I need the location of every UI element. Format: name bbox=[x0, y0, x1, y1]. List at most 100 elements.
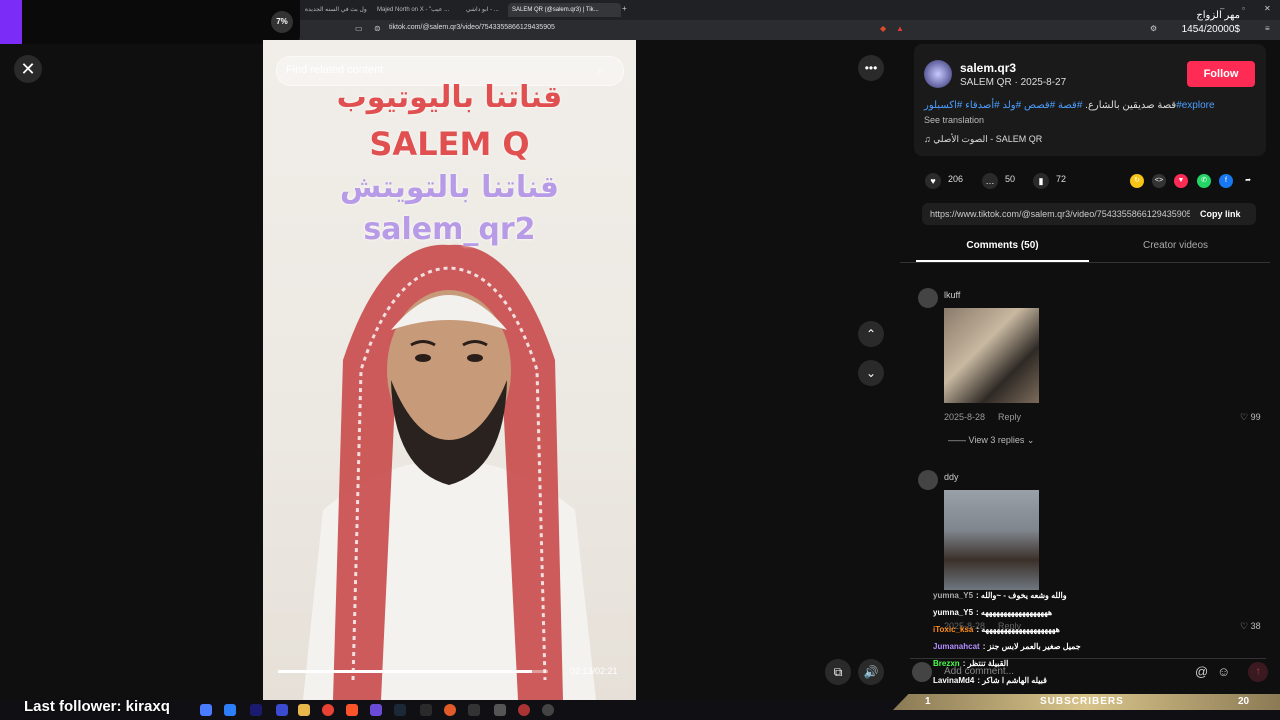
chat-username: iToxic_ksa bbox=[933, 625, 974, 634]
creator-username[interactable]: salem.qr3 bbox=[960, 61, 1016, 75]
volume-icon: 🔊 bbox=[863, 665, 879, 679]
rewards-icon[interactable]: ▲ bbox=[896, 24, 904, 33]
chat-text: ههههههههههههههههههههه bbox=[981, 625, 1060, 634]
music-label: الصوت الأصلي - SALEM QR bbox=[933, 134, 1043, 144]
donation-goal-widget bbox=[0, 0, 300, 44]
app-icon-3[interactable] bbox=[468, 704, 480, 716]
donation-progress-fill bbox=[0, 0, 22, 44]
share-whatsapp-button[interactable]: ✆ bbox=[1197, 174, 1211, 188]
comment-avatar[interactable] bbox=[918, 470, 938, 490]
video-text-line-2: SALEM Q bbox=[369, 125, 530, 163]
file-explorer-icon[interactable] bbox=[298, 704, 310, 716]
obs-icon[interactable] bbox=[542, 704, 554, 716]
comment-avatar[interactable] bbox=[918, 288, 938, 308]
creator-subline: SALEM QR · 2025-8-27 bbox=[960, 77, 1067, 88]
video-text-line-4: salem_qr2 bbox=[363, 212, 536, 247]
embed-icon: <> bbox=[1154, 177, 1164, 184]
description-text: قصة صديقين بالشارع. bbox=[1082, 100, 1177, 111]
terminal-icon[interactable] bbox=[420, 704, 432, 716]
donation-percent: 7% bbox=[271, 11, 293, 33]
discord-icon[interactable] bbox=[276, 704, 288, 716]
chevron-down-icon: ⌄ bbox=[1024, 435, 1035, 445]
next-video-button[interactable]: ⌄ bbox=[858, 360, 884, 386]
chrome-icon[interactable] bbox=[322, 704, 334, 716]
search-placeholder: Find related content bbox=[286, 64, 384, 76]
see-translation-link[interactable]: See translation bbox=[924, 115, 984, 125]
divider bbox=[900, 262, 1270, 263]
video-text-line-1: قناتنا باليوتيوب bbox=[336, 80, 563, 115]
url-text[interactable]: tiktok.com/@salem.qr3/video/754335586612… bbox=[389, 24, 555, 31]
brave-shield-icon[interactable]: ◆ bbox=[880, 24, 886, 33]
window-close-icon[interactable]: ✕ bbox=[1264, 4, 1271, 13]
app-icon[interactable] bbox=[224, 704, 236, 716]
brave-icon[interactable] bbox=[346, 704, 358, 716]
search-icon[interactable]: ⌕ bbox=[597, 63, 604, 78]
subscriber-goal-current: 1 bbox=[925, 696, 931, 707]
tab-comments[interactable]: Comments (50) bbox=[916, 240, 1089, 251]
emoji-icon[interactable]: ☺ bbox=[1217, 664, 1230, 679]
share-embed-button[interactable]: <> bbox=[1152, 174, 1166, 188]
share-link-text[interactable]: https://www.tiktok.com/@salem.qr3/video/… bbox=[930, 209, 1190, 219]
heart-outline-icon: ♡ bbox=[1240, 621, 1249, 631]
chat-message: yumna_Y5: والله وشعه يخوف - ~والله bbox=[933, 591, 1067, 600]
like-button[interactable]: ♥ bbox=[925, 173, 941, 189]
tab-2[interactable]: Majed North on X - "عيب ... bbox=[377, 3, 461, 17]
video-progress-fill bbox=[278, 670, 532, 673]
share-facebook-button[interactable]: f bbox=[1219, 174, 1233, 188]
volume-button[interactable]: 🔊 bbox=[858, 659, 884, 685]
tab-active[interactable]: SALEM QR (@salem.qr3) | Tik... bbox=[508, 3, 621, 17]
comment-username[interactable]: lkuff bbox=[944, 290, 960, 300]
comment-image[interactable] bbox=[944, 308, 1039, 403]
copy-link-button[interactable]: Copy link bbox=[1200, 209, 1241, 219]
subscriber-goal-target: 20 bbox=[1238, 696, 1250, 707]
new-tab-icon[interactable]: + bbox=[622, 4, 627, 13]
menu-icon[interactable]: ≡ bbox=[1265, 24, 1270, 33]
previous-video-button[interactable]: ⌃ bbox=[858, 321, 884, 347]
chat-username: yumna_Y5 bbox=[933, 608, 974, 617]
comment-username[interactable]: ddy bbox=[944, 472, 959, 482]
comment-button[interactable]: … bbox=[982, 173, 998, 189]
tab-3[interactable]: ابو داشي - ... bbox=[466, 3, 506, 17]
music-info[interactable]: ♫ الصوت الأصلي - SALEM QR bbox=[924, 134, 1042, 145]
share-more-button[interactable]: ➦ bbox=[1241, 174, 1255, 188]
add-comment-input[interactable]: Add comment... bbox=[944, 666, 1014, 677]
bookmark-icon: ▮ bbox=[1038, 176, 1044, 186]
chat-username: Jumanahcat bbox=[933, 642, 980, 651]
steam-icon[interactable] bbox=[394, 704, 406, 716]
close-video-button[interactable]: ✕ bbox=[14, 55, 42, 83]
comment-date: 2025-8-28 bbox=[944, 412, 986, 422]
app-icon-2[interactable] bbox=[370, 704, 382, 716]
comment-like-button[interactable]: ♡ 38 bbox=[1240, 621, 1261, 632]
repost-icon: ↻ bbox=[1134, 177, 1140, 184]
maximize-icon[interactable]: ▫ bbox=[1242, 4, 1245, 13]
share-send-button[interactable]: ▼ bbox=[1174, 174, 1188, 188]
last-follower-label: Last follower: kiraxq bbox=[24, 698, 170, 715]
chevron-down-icon: ⌄ bbox=[865, 366, 877, 380]
mention-icon[interactable]: @ bbox=[1195, 664, 1208, 679]
bookmark-icon[interactable]: ▭ bbox=[355, 24, 363, 33]
heart-icon: ♥ bbox=[930, 176, 936, 186]
follow-button[interactable]: Follow bbox=[1187, 61, 1255, 87]
post-comment-button[interactable]: ↑ bbox=[1248, 662, 1268, 682]
site-info-icon[interactable]: ⊜ bbox=[374, 24, 381, 33]
tab-1[interactable]: اول بث في السنه الجديدة bbox=[305, 3, 367, 17]
comment-icon: … bbox=[985, 176, 995, 186]
firefox-icon[interactable] bbox=[444, 704, 456, 716]
comment-reply-link[interactable]: Reply bbox=[998, 412, 1021, 422]
view-replies-button[interactable]: —— View 3 replies ⌄ bbox=[948, 435, 1034, 446]
whatsapp-icon: ✆ bbox=[1201, 177, 1207, 184]
comment-like-button[interactable]: ♡ 99 bbox=[1240, 412, 1261, 423]
donation-title: مهر الزواج bbox=[1196, 10, 1240, 21]
comment-image[interactable] bbox=[944, 490, 1039, 590]
copilot-icon[interactable] bbox=[200, 704, 212, 716]
share-repost-button[interactable]: ↻ bbox=[1130, 174, 1144, 188]
save-button[interactable]: ▮ bbox=[1033, 173, 1049, 189]
app-icon-5[interactable] bbox=[518, 704, 530, 716]
tab-creator-videos[interactable]: Creator videos bbox=[1089, 240, 1262, 251]
creator-avatar[interactable] bbox=[924, 60, 952, 88]
more-options-button[interactable]: ••• bbox=[858, 55, 884, 81]
premiere-icon[interactable] bbox=[250, 704, 262, 716]
heart-outline-icon: ♡ bbox=[1240, 412, 1249, 422]
app-icon-4[interactable] bbox=[494, 704, 506, 716]
mini-player-button[interactable]: ⧉ bbox=[825, 659, 851, 685]
